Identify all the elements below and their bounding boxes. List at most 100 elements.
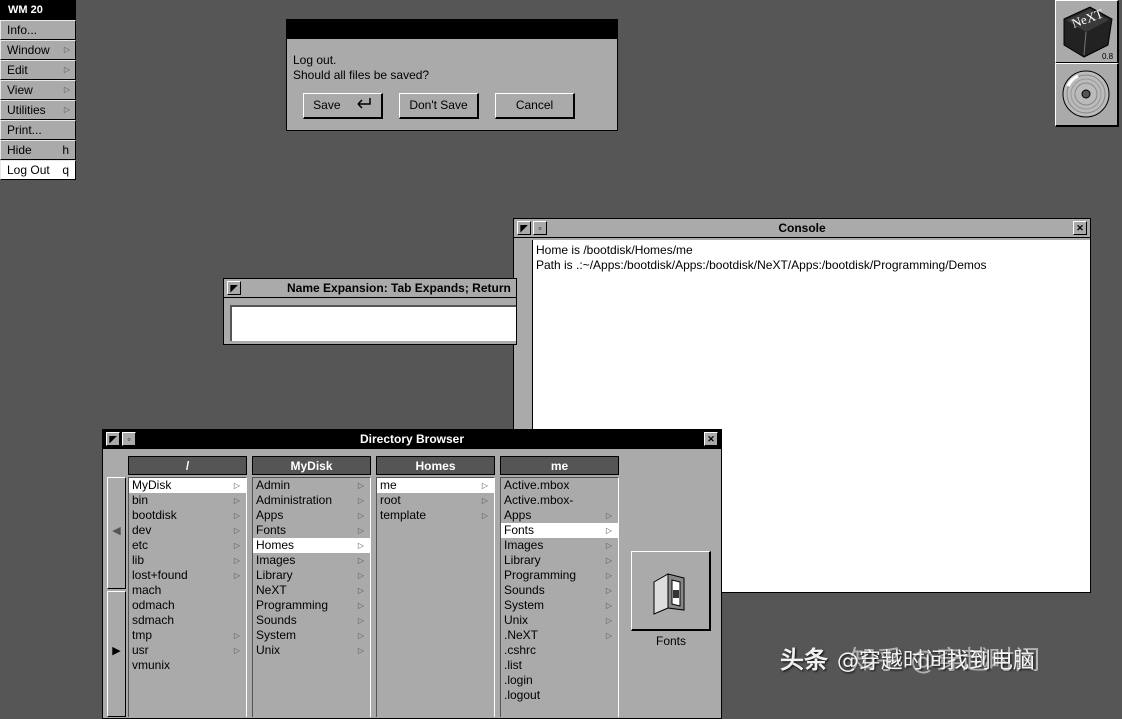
browser-titlebar[interactable]: ◤ ▫ Directory Browser ✕ <box>103 430 721 449</box>
browser-row[interactable]: Images ▷ <box>253 553 370 568</box>
browser-row[interactable]: me ▷ <box>377 478 494 493</box>
column-header: me <box>500 456 619 475</box>
browser-column[interactable]: Admin ▷ Administration ▷ Apps ▷ Fonts ▷ Homes ▷ Im… <box>252 477 371 717</box>
browser-row[interactable]: Sounds ▷ <box>501 583 618 598</box>
browser-row-label: sdmach <box>132 613 175 627</box>
browser-row[interactable]: System ▷ <box>501 598 618 613</box>
miniaturize-icon[interactable]: ◤ <box>227 281 241 295</box>
menu-item-label: Print... <box>7 123 42 137</box>
miniaturize-icon[interactable]: ◤ <box>517 221 531 235</box>
browser-row[interactable]: .login <box>501 673 618 688</box>
dont-save-button[interactable]: Don't Save <box>399 93 479 119</box>
browser-row[interactable]: Administration ▷ <box>253 493 370 508</box>
browser-row-label: Unix <box>504 613 529 627</box>
browser-column[interactable]: me ▷ root ▷ template ▷ <box>376 477 495 717</box>
optical-disk-tile[interactable] <box>1055 63 1119 127</box>
save-button[interactable]: Save <box>303 93 383 119</box>
browser-row[interactable]: sdmach <box>129 613 246 628</box>
browser-row[interactable]: etc ▷ <box>129 538 246 553</box>
browser-row[interactable]: root ▷ <box>377 493 494 508</box>
resize-icon[interactable]: ▫ <box>122 432 136 446</box>
browser-column[interactable]: Active.mbox Active.mbox- Apps ▷ Fonts ▷ Images… <box>500 477 619 717</box>
folder-arrow-icon: ▷ <box>481 481 488 490</box>
logout-dialog: Log out. Should all files be saved? Save… <box>286 19 618 131</box>
browser-row[interactable]: tmp ▷ <box>129 628 246 643</box>
name-expansion-input[interactable] <box>230 305 516 341</box>
browser-row[interactable]: Fonts ▷ <box>501 523 618 538</box>
browser-row[interactable]: Active.mbox- <box>501 493 618 508</box>
browser-row-label: template <box>380 508 427 522</box>
browser-column[interactable]: MyDisk ▷ bin ▷ bootdisk ▷ dev ▷ etc ▷ lib ▷ lost+fou… <box>128 477 247 717</box>
folder-arrow-icon: ▷ <box>605 526 612 535</box>
browser-row[interactable]: bin ▷ <box>129 493 246 508</box>
browser-row[interactable]: Active.mbox <box>501 478 618 493</box>
menu-item-log-out[interactable]: Log Out q <box>0 160 76 180</box>
console-line: Path is .:~/Apps:/bootdisk/Apps:/bootdis… <box>536 258 987 272</box>
cancel-button[interactable]: Cancel <box>495 93 575 119</box>
browser-row[interactable]: Homes ▷ <box>253 538 370 553</box>
browser-row[interactable]: vmunix <box>129 658 246 673</box>
next-logo-tile[interactable]: NeXT 0.8 <box>1055 0 1119 64</box>
menu-item-print[interactable]: Print... <box>0 120 76 140</box>
menu-item-info[interactable]: Info... <box>0 20 76 40</box>
column-header: Homes <box>376 456 495 475</box>
return-key-icon <box>354 94 372 117</box>
menu-item-window[interactable]: Window ▷ <box>0 40 76 60</box>
browser-row[interactable]: .cshrc <box>501 643 618 658</box>
browser-row[interactable]: NeXT ▷ <box>253 583 370 598</box>
scroll-left-icon[interactable]: ◀ <box>107 477 126 589</box>
browser-row[interactable]: .logout <box>501 688 618 703</box>
browser-row-label: .logout <box>504 688 541 702</box>
menu-item-shortcut: q <box>62 163 69 177</box>
name-expansion-titlebar[interactable]: ◤ Name Expansion: Tab Expands; Return <box>224 279 516 298</box>
browser-row[interactable]: .list <box>501 658 618 673</box>
scroll-right-icon[interactable]: ▶ <box>107 591 126 717</box>
browser-row[interactable]: Unix ▷ <box>501 613 618 628</box>
browser-row[interactable]: Admin ▷ <box>253 478 370 493</box>
browser-row[interactable]: lost+found ▷ <box>129 568 246 583</box>
browser-row-label: Programming <box>504 568 577 582</box>
browser-row[interactable]: .NeXT ▷ <box>501 628 618 643</box>
browser-row[interactable]: bootdisk ▷ <box>129 508 246 523</box>
browser-row[interactable]: Fonts ▷ <box>253 523 370 538</box>
browser-row[interactable]: Programming ▷ <box>253 598 370 613</box>
folder-arrow-icon: ▷ <box>233 556 240 565</box>
save-button-label: Save <box>313 98 341 112</box>
browser-row-label: tmp <box>132 628 153 642</box>
menu-item-hide[interactable]: Hide h <box>0 140 76 160</box>
browser-row[interactable]: Sounds ▷ <box>253 613 370 628</box>
folder-arrow-icon: ▷ <box>233 631 240 640</box>
browser-row[interactable]: MyDisk ▷ <box>129 478 246 493</box>
browser-row[interactable]: template ▷ <box>377 508 494 523</box>
browser-row[interactable]: Apps ▷ <box>501 508 618 523</box>
column-header: MyDisk <box>252 456 371 475</box>
close-icon[interactable]: ✕ <box>1073 221 1087 235</box>
file-preview[interactable] <box>631 551 711 631</box>
folder-arrow-icon: ▷ <box>605 556 612 565</box>
console-titlebar[interactable]: ◤ ▫ Console ✕ <box>514 219 1090 238</box>
browser-horizontal-scroller[interactable]: ◀ ▶ <box>107 477 126 717</box>
browser-row[interactable]: Apps ▷ <box>253 508 370 523</box>
menu-item-utilities[interactable]: Utilities ▷ <box>0 100 76 120</box>
browser-row-label: usr <box>132 643 149 657</box>
browser-row[interactable]: Library ▷ <box>501 553 618 568</box>
version-label: 0.8 <box>1102 52 1114 61</box>
browser-row-label: Active.mbox- <box>504 493 574 507</box>
browser-row[interactable]: odmach <box>129 598 246 613</box>
dialog-message: Log out. Should all files be saved? <box>293 53 429 83</box>
resize-icon[interactable]: ▫ <box>533 221 547 235</box>
browser-row[interactable]: Library ▷ <box>253 568 370 583</box>
close-icon[interactable]: ✕ <box>704 432 718 446</box>
browser-row[interactable]: usr ▷ <box>129 643 246 658</box>
menu-item-edit[interactable]: Edit ▷ <box>0 60 76 80</box>
miniaturize-icon[interactable]: ◤ <box>106 432 120 446</box>
dialog-titlebar[interactable] <box>287 20 617 39</box>
browser-row[interactable]: Unix ▷ <box>253 643 370 658</box>
browser-row[interactable]: lib ▷ <box>129 553 246 568</box>
browser-row[interactable]: Programming ▷ <box>501 568 618 583</box>
browser-row[interactable]: Images ▷ <box>501 538 618 553</box>
menu-item-view[interactable]: View ▷ <box>0 80 76 100</box>
browser-row[interactable]: dev ▷ <box>129 523 246 538</box>
browser-row[interactable]: mach <box>129 583 246 598</box>
browser-row[interactable]: System ▷ <box>253 628 370 643</box>
